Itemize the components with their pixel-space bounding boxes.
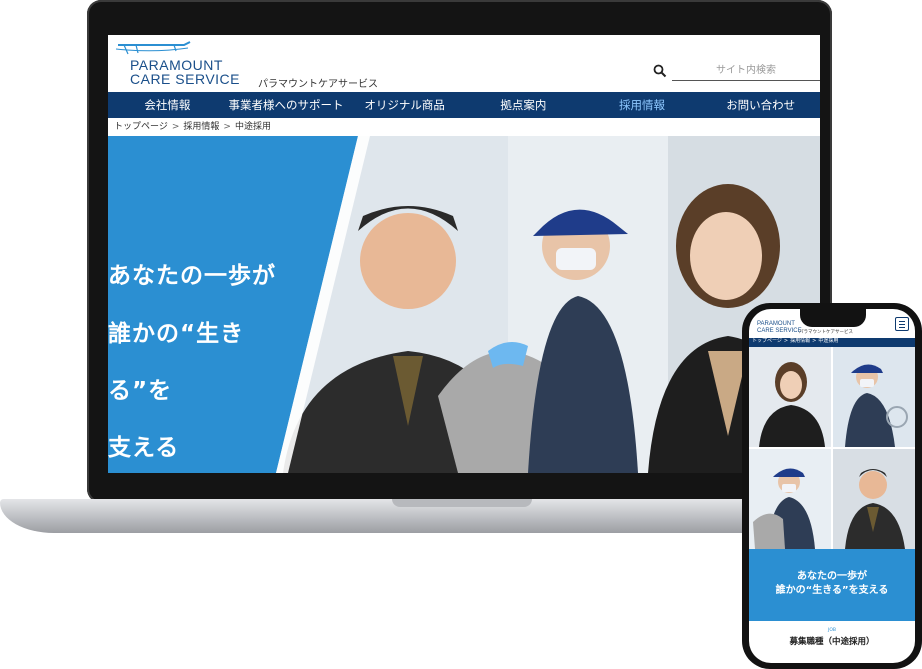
laptop-screen: PARAMOUNT CARE SERVICE パラマウントケアサービス 会社情報… (108, 35, 820, 473)
phone-logo-line1[interactable]: PARAMOUNT (757, 321, 795, 327)
phone-screen: PARAMOUNT CARE SERVICE パラマウントケアサービス トップペ… (749, 309, 915, 663)
logo-text-line1[interactable]: PARAMOUNT (130, 58, 223, 72)
logo-text-jp: パラマウントケアサービス (258, 79, 378, 90)
breadcrumb-item-current: 中途採用 (234, 122, 271, 132)
logo-text-line2[interactable]: CARE SERVICE (130, 72, 240, 86)
hero-banner: あなたの一歩が 誰かの“生き る”を 支える (108, 136, 820, 473)
search-input[interactable] (672, 60, 820, 81)
phone-photo-grid (749, 347, 915, 549)
phone-breadcrumb-separator: > (783, 338, 789, 344)
breadcrumb: トップページ > 採用情報 > 中途採用 (114, 120, 271, 134)
global-nav: 会社情報 事業者様へのサポート オリジナル商品 拠点案内 採用情報 お問い合わせ (108, 92, 820, 118)
phone-hero-line2: 誰かの“生きる”を支える (775, 585, 889, 596)
laptop-hinge-notch (392, 499, 532, 507)
hero-headline-line2: 誰かの“生き (108, 321, 245, 347)
phone-section-label: JOB (828, 628, 836, 633)
breadcrumb-item-top[interactable]: トップページ (114, 122, 168, 132)
breadcrumb-separator: > (223, 122, 231, 132)
phone-breadcrumb-recruit[interactable]: 採用情報 (790, 338, 810, 344)
nav-item-contact[interactable]: お問い合わせ (701, 92, 820, 118)
search-icon[interactable] (653, 64, 667, 78)
hero-headline-line4: 支える (108, 435, 180, 461)
phone-hero-line1: あなたの一歩が (797, 571, 867, 582)
breadcrumb-item-recruit[interactable]: 採用情報 (183, 122, 219, 132)
phone-notch (800, 309, 866, 327)
hero-headline-line1: あなたの一歩が (108, 263, 276, 289)
logo-mark-icon (115, 41, 191, 55)
phone-breadcrumb-separator: > (812, 338, 817, 344)
phone-logo-line2[interactable]: CARE SERVICE (757, 328, 802, 334)
nav-item-locations[interactable]: 拠点案内 (464, 92, 583, 118)
hero-photo-collage (108, 136, 820, 473)
phone-breadcrumb-top[interactable]: トップページ (752, 338, 782, 344)
phone-section-title: 募集職種（中途採用） (789, 637, 875, 647)
site-header: PARAMOUNT CARE SERVICE パラマウントケアサービス (108, 35, 820, 92)
nav-item-original-products[interactable]: オリジナル商品 (345, 92, 464, 118)
hero-headline-line3: る”を (108, 378, 173, 404)
nav-item-business-support[interactable]: 事業者様へのサポート (227, 92, 346, 118)
phone-breadcrumb-current: 中途採用 (818, 338, 839, 344)
nav-item-recruit[interactable]: 採用情報 (583, 92, 702, 118)
nav-item-company[interactable]: 会社情報 (108, 92, 227, 118)
phone-logo-jp: パラマウントケアサービス (799, 330, 853, 335)
phone-breadcrumb: トップページ > 採用情報 > 中途採用 (752, 337, 838, 346)
breadcrumb-separator: > (171, 122, 180, 132)
hamburger-menu-icon[interactable] (895, 317, 909, 331)
